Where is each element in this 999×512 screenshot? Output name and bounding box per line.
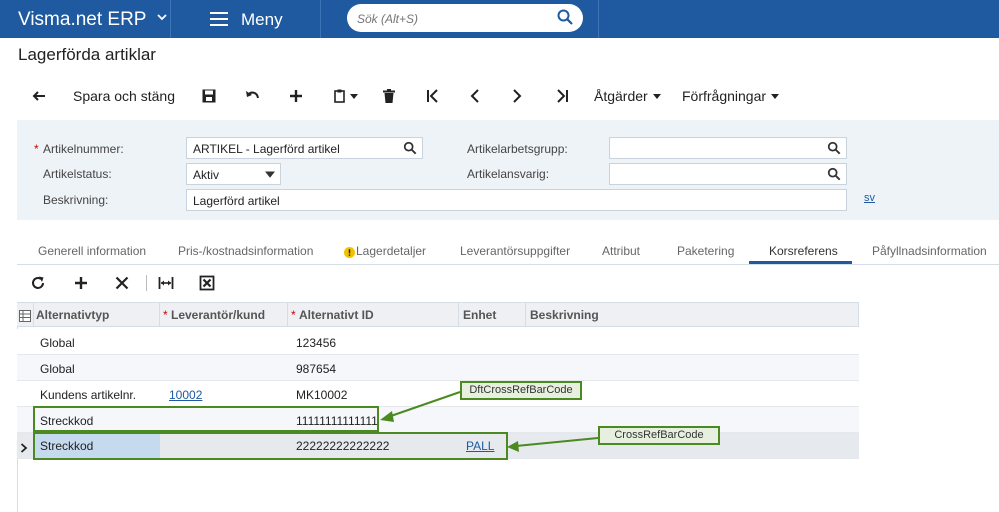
- annotation-crossref: CrossRefBarCode: [598, 426, 720, 445]
- annotation-dft-crossref: DftCrossRefBarCode: [460, 381, 582, 400]
- callout-arrows: [380, 391, 599, 452]
